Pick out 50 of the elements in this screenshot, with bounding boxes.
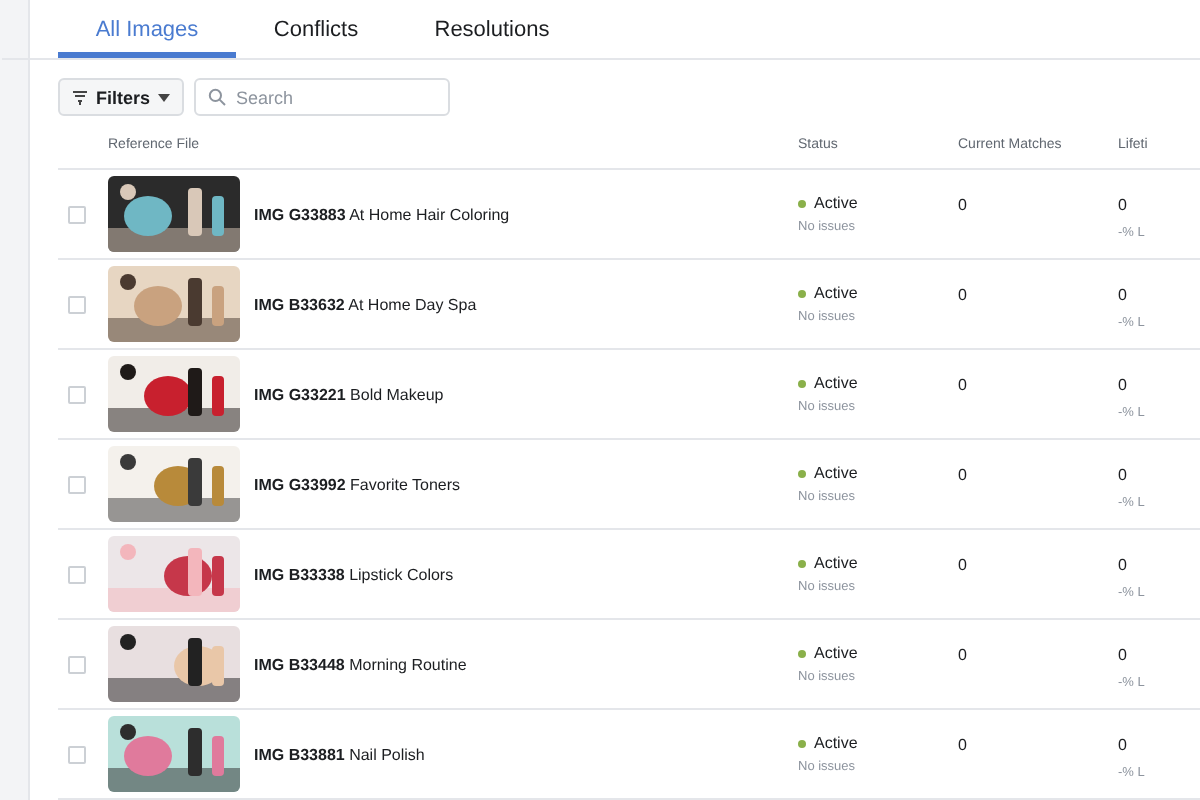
file-name: IMG G33883 At Home Hair Coloring [252,205,512,223]
table-cell-text: 0 [958,464,969,484]
tab[interactable]: Conflicts [236,0,396,58]
table-cell-text: 0 [958,284,969,304]
status-dot [798,559,806,567]
file-name: IMG G33992 Favorite Toners [252,475,463,493]
filters-button[interactable]: Filters [58,78,185,116]
checkbox[interactable] [68,205,86,223]
checkbox[interactable] [68,295,86,313]
table-cell-text: 0 [958,734,969,754]
status-dot [798,289,806,297]
status-text: Active [814,554,858,572]
checkbox[interactable] [68,655,86,673]
table-cell-text: 0 [1118,556,1129,574]
status-dot [798,649,806,657]
status-dot [798,469,806,477]
status-text: Active [814,464,858,482]
status-dot [798,379,806,387]
table-cell-text: 0 [1118,196,1129,214]
file-name: IMG B33632 At Home Day Spa [252,295,479,313]
table-cell-text: 0 [958,644,969,664]
table-cell-text: 0 [958,554,969,574]
table-cell-text: 0 [1118,376,1129,394]
status-text: Active [814,734,858,752]
checkbox[interactable] [68,385,86,403]
checkbox[interactable] [68,475,86,493]
table-cell-text: 0 [958,374,969,394]
search-icon [208,88,227,106]
tab[interactable]: All Images [58,0,236,58]
status-dot [798,199,806,207]
status-text: Active [814,284,858,302]
status-text: Active [814,194,858,212]
table-cell-text: 0 [958,194,969,214]
file-name: IMG G33221 Bold Makeup [252,385,446,403]
file-name: IMG B33448 Morning Routine [252,655,469,673]
table-cell-text: 0 [1118,286,1129,304]
tab[interactable]: Resolutions [396,0,588,58]
file-name: IMG B33338 Lipstick Colors [252,565,456,583]
search-field[interactable]: Search [194,78,451,116]
table-cell-text: 0 [1118,646,1129,664]
caret-icon [158,93,171,101]
table-cell-text: 0 [1118,736,1129,754]
status-text: Active [814,374,858,392]
filter-icon [72,89,88,105]
status-dot [798,739,806,747]
file-name: IMG B33881 Nail Polish [252,745,427,763]
checkbox[interactable] [68,745,86,763]
table-cell-text: 0 [1118,466,1129,484]
checkbox[interactable] [68,565,86,583]
status-text: Active [814,644,858,662]
